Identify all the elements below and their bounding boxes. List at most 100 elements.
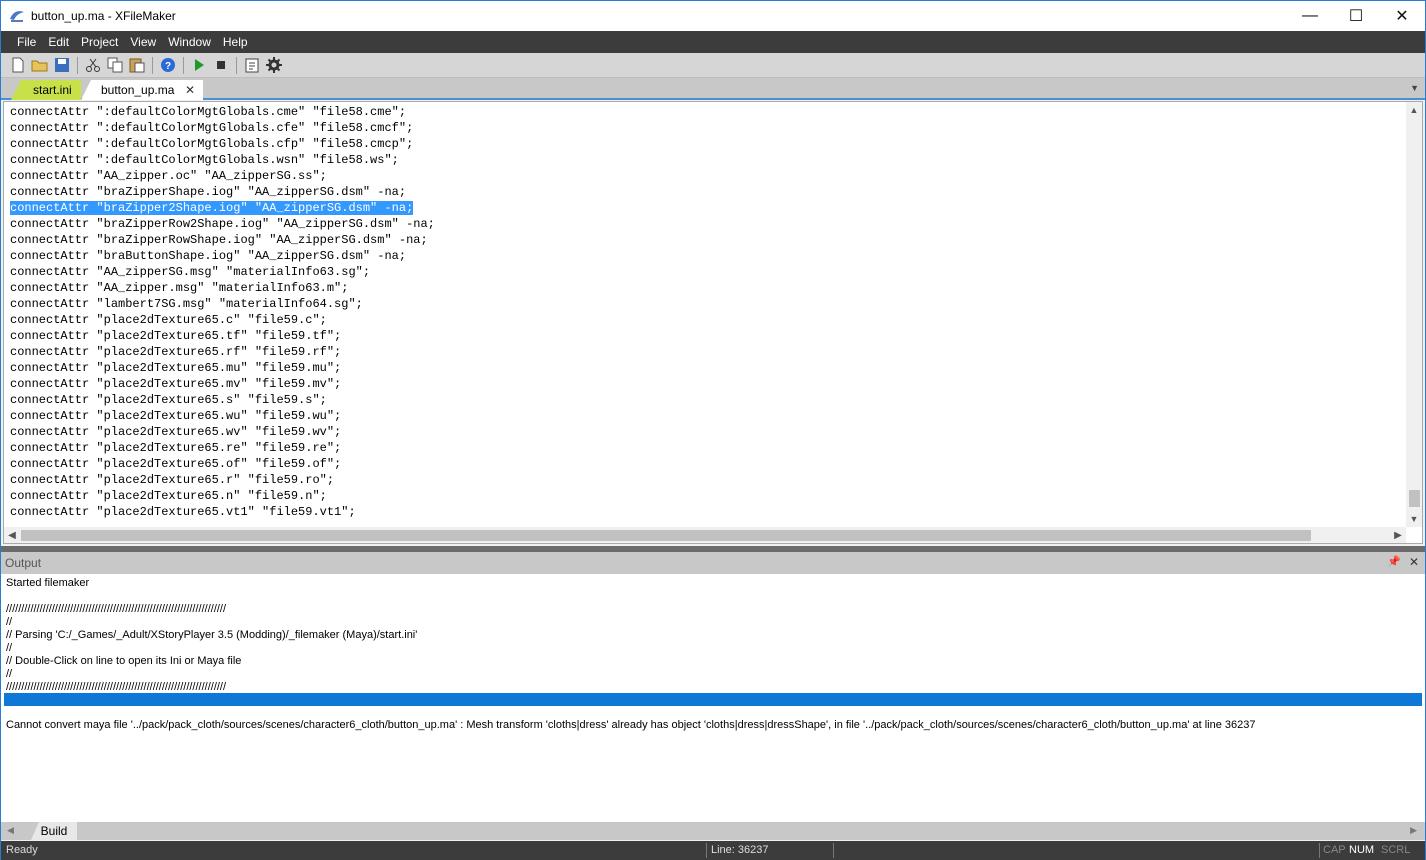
code-line-text: connectAttr "place2dTexture65.r" "file59… (10, 473, 335, 487)
code-line[interactable]: connectAttr "place2dTexture65.mu" "file5… (10, 360, 435, 376)
paste-icon[interactable] (126, 55, 147, 76)
vertical-scroll-thumb[interactable] (1409, 490, 1420, 507)
save-icon[interactable] (51, 55, 72, 76)
code-lines: connectAttr ":defaultColorMgtGlobals.cme… (10, 104, 435, 520)
output-line[interactable]: // Parsing 'C:/_Games/_Adult/XStoryPlaye… (6, 629, 417, 642)
menu-file[interactable]: File (11, 35, 42, 49)
code-line[interactable]: connectAttr "braZipperRowShape.iog" "AA_… (10, 232, 435, 248)
menu-help[interactable]: Help (217, 35, 254, 49)
code-line-text: connectAttr "braZipperRowShape.iog" "AA_… (10, 233, 428, 247)
scroll-left-icon[interactable]: ◀ (4, 527, 20, 543)
code-line-text: connectAttr "AA_zipper.msg" "materialInf… (10, 281, 349, 295)
toolbar-separator (183, 56, 184, 74)
status-line: Line: 36237 (711, 844, 769, 856)
code-line[interactable]: connectAttr "place2dTexture65.r" "file59… (10, 472, 435, 488)
code-line[interactable]: connectAttr "braZipperRow2Shape.iog" "AA… (10, 216, 435, 232)
output-panel[interactable]: Started filemaker///////////////////////… (1, 574, 1425, 822)
code-line[interactable]: connectAttr "AA_zipper.oc" "AA_zipperSG.… (10, 168, 435, 184)
output-line[interactable]: ////////////////////////////////////////… (6, 681, 226, 694)
code-line-text: connectAttr ":defaultColorMgtGlobals.cfe… (10, 121, 414, 135)
code-editor[interactable]: connectAttr ":defaultColorMgtGlobals.cme… (3, 101, 1423, 544)
menu-view[interactable]: View (124, 35, 162, 49)
code-line[interactable]: connectAttr "AA_zipper.msg" "materialInf… (10, 280, 435, 296)
close-button[interactable]: ✕ (1379, 1, 1425, 31)
output-line[interactable]: Cannot convert maya file '../pack/pack_c… (6, 719, 1255, 732)
status-scrl: SCRL (1381, 844, 1411, 856)
code-line-text: connectAttr "place2dTexture65.of" "file5… (10, 457, 342, 471)
menu-project[interactable]: Project (75, 35, 124, 49)
code-line[interactable]: connectAttr "place2dTexture65.c" "file59… (10, 312, 435, 328)
code-line[interactable]: connectAttr ":defaultColorMgtGlobals.cfe… (10, 120, 435, 136)
code-line[interactable]: connectAttr "place2dTexture65.wu" "file5… (10, 408, 435, 424)
code-line[interactable]: connectAttr "braZipper2Shape.iog" "AA_zi… (10, 200, 435, 216)
output-panel-title: Output (5, 556, 42, 570)
pin-icon[interactable]: 📌 (1387, 555, 1401, 568)
cut-icon[interactable] (82, 55, 103, 76)
tab-scroll-left-icon[interactable]: ◀ (7, 825, 14, 836)
tab-button-up-ma[interactable]: button_up.ma ✕ (81, 80, 203, 100)
open-folder-icon[interactable] (29, 55, 50, 76)
code-line[interactable]: connectAttr ":defaultColorMgtGlobals.cme… (10, 104, 435, 120)
code-line[interactable]: connectAttr "place2dTexture65.tf" "file5… (10, 328, 435, 344)
code-line-text: connectAttr "place2dTexture65.rf" "file5… (10, 345, 342, 359)
code-line-text: connectAttr "place2dTexture65.wu" "file5… (10, 409, 342, 423)
code-line[interactable]: connectAttr "place2dTexture65.rf" "file5… (10, 344, 435, 360)
window-title: button_up.ma - XFileMaker (31, 9, 176, 23)
code-line[interactable]: connectAttr "AA_zipperSG.msg" "materialI… (10, 264, 435, 280)
menu-window[interactable]: Window (162, 35, 217, 49)
status-ready: Ready (6, 844, 38, 856)
scroll-down-icon[interactable]: ▼ (1406, 511, 1422, 527)
code-line[interactable]: connectAttr "place2dTexture65.vt1" "file… (10, 504, 435, 520)
code-line[interactable]: connectAttr ":defaultColorMgtGlobals.wsn… (10, 152, 435, 168)
run-icon[interactable] (188, 55, 209, 76)
horizontal-scroll-thumb[interactable] (21, 530, 1311, 541)
output-line[interactable]: // (6, 642, 12, 655)
scroll-right-icon[interactable]: ▶ (1390, 527, 1406, 543)
code-line-text: connectAttr "lambert7SG.msg" "materialIn… (10, 297, 363, 311)
code-line[interactable]: connectAttr "braButtonShape.iog" "AA_zip… (10, 248, 435, 264)
code-line[interactable]: connectAttr "place2dTexture65.s" "file59… (10, 392, 435, 408)
output-line[interactable]: // Double-Click on line to open its Ini … (6, 655, 241, 668)
vertical-scrollbar[interactable]: ▲ ▼ (1406, 102, 1422, 527)
code-line[interactable]: connectAttr ":defaultColorMgtGlobals.cfp… (10, 136, 435, 152)
close-panel-icon[interactable]: ✕ (1409, 555, 1419, 569)
code-line[interactable]: connectAttr "place2dTexture65.re" "file5… (10, 440, 435, 456)
maximize-button[interactable]: ☐ (1333, 1, 1379, 31)
stop-icon[interactable] (210, 55, 231, 76)
code-line[interactable]: connectAttr "place2dTexture65.mv" "file5… (10, 376, 435, 392)
output-line[interactable]: ////////////////////////////////////////… (6, 603, 226, 616)
menu-edit[interactable]: Edit (42, 35, 75, 49)
output-selected-line[interactable] (4, 693, 1422, 706)
copy-icon[interactable] (104, 55, 125, 76)
code-line[interactable]: connectAttr "braZipperShape.iog" "AA_zip… (10, 184, 435, 200)
tab-dropdown-icon[interactable]: ▼ (1410, 83, 1419, 93)
horizontal-scrollbar[interactable]: ◀ ▶ (4, 527, 1406, 543)
tab-scroll-right-icon[interactable]: ▶ (1410, 825, 1417, 836)
tab-start-ini[interactable]: start.ini (11, 80, 81, 100)
tab-build[interactable]: Build (31, 822, 77, 840)
minimize-button[interactable]: — (1287, 1, 1333, 31)
code-line-text: connectAttr "braZipperRow2Shape.iog" "AA… (10, 217, 435, 231)
status-divider (706, 843, 707, 858)
output-line[interactable]: // (6, 668, 12, 681)
settings-icon[interactable] (263, 55, 284, 76)
code-line[interactable]: connectAttr "place2dTexture65.of" "file5… (10, 456, 435, 472)
code-line[interactable]: connectAttr "place2dTexture65.n" "file59… (10, 488, 435, 504)
clipboard-icon[interactable] (241, 55, 262, 76)
help-icon[interactable]: ? (157, 55, 178, 76)
output-line[interactable]: Started filemaker (6, 577, 89, 590)
code-line[interactable]: connectAttr "lambert7SG.msg" "materialIn… (10, 296, 435, 312)
app-window: button_up.ma - XFileMaker — ☐ ✕ File Edi… (0, 0, 1426, 860)
code-line-text: connectAttr "place2dTexture65.tf" "file5… (10, 329, 342, 343)
code-line-text: connectAttr "braButtonShape.iog" "AA_zip… (10, 249, 407, 263)
close-tab-icon[interactable]: ✕ (185, 83, 195, 97)
code-line-text: connectAttr "AA_zipper.oc" "AA_zipperSG.… (10, 169, 327, 183)
scroll-up-icon[interactable]: ▲ (1406, 102, 1422, 118)
code-line-text: connectAttr "place2dTexture65.vt1" "file… (10, 505, 356, 519)
code-line-text: connectAttr "place2dTexture65.n" "file59… (10, 489, 327, 503)
output-line[interactable]: // (6, 616, 12, 629)
new-file-icon[interactable] (7, 55, 28, 76)
code-line-text: connectAttr "place2dTexture65.wv" "file5… (10, 425, 342, 439)
code-line-text: connectAttr "place2dTexture65.s" "file59… (10, 393, 327, 407)
code-line[interactable]: connectAttr "place2dTexture65.wv" "file5… (10, 424, 435, 440)
